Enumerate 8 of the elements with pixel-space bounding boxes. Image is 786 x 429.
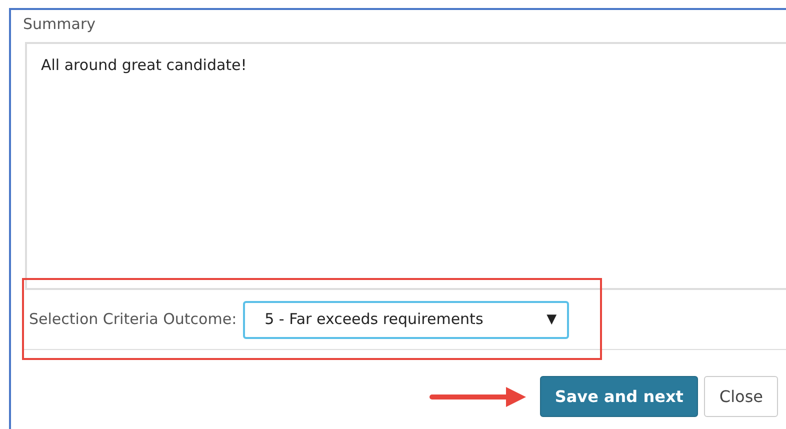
outcome-dropdown[interactable]: 5 - Far exceeds requirements ▼ — [242, 300, 569, 338]
close-button[interactable]: Close — [704, 376, 778, 417]
summary-label: Summary — [23, 14, 96, 34]
outcome-label: Selection Criteria Outcome: — [29, 309, 237, 330]
dropdown-value: 5 - Far exceeds requirements — [264, 309, 484, 330]
summary-field[interactable]: All around great candidate! — [25, 42, 786, 290]
save-button[interactable]: Save and next — [540, 376, 698, 417]
dropdown-caret: ▼ — [546, 310, 557, 329]
